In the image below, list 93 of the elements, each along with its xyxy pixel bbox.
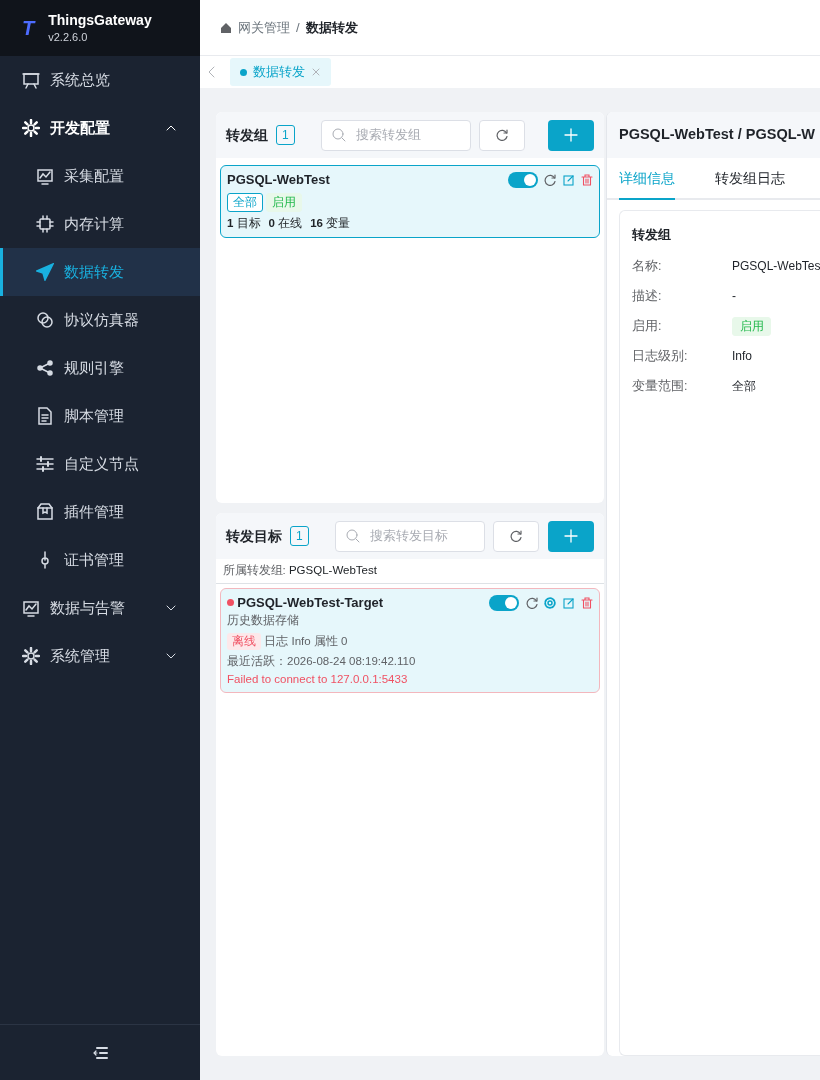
stat-text: 1 目标: [227, 216, 261, 232]
panel-title: 转发组: [226, 125, 268, 145]
plus-icon: [564, 529, 578, 543]
board-icon: [22, 71, 40, 89]
delete-icon[interactable]: [581, 596, 593, 609]
edit-icon[interactable]: [562, 596, 575, 609]
last-active-text: 最近活跃：2026-08-24 08:19:42.110: [227, 654, 417, 670]
breadcrumb-item: 数据转发: [305, 18, 358, 37]
chip-icon: [36, 215, 54, 233]
menu-item[interactable]: 系统总览: [0, 56, 200, 104]
logo-icon: T: [22, 13, 35, 43]
collapse-menu-icon[interactable]: [92, 1045, 108, 1060]
document-icon: [36, 407, 54, 425]
section-title: 转发组: [632, 226, 672, 244]
home-icon: [220, 21, 232, 34]
field-value: PGSQL-WebTes: [732, 258, 820, 275]
tag: 启用: [266, 193, 303, 212]
field-value: 全部: [732, 378, 756, 395]
edit-icon[interactable]: [562, 174, 575, 186]
sliders-icon: [36, 455, 54, 473]
menu-item[interactable]: 内存计算: [0, 200, 200, 248]
linked-rings-icon: [36, 311, 54, 329]
chart-icon: [22, 599, 40, 617]
group-value: PGSQL-WebTest: [288, 563, 377, 579]
toggle-switch[interactable]: [507, 172, 538, 188]
menu-item[interactable]: 数据与告警: [0, 584, 200, 632]
group-name: PGSQL-WebTest: [227, 171, 331, 190]
target-card[interactable]: PGSQL-WebTest-Target 历史数据存储 离线 日志 Info 属性 0 最近活跃：2026-08-24 08:19:42.110 Failed to connect to 127.0.0.1:5433: [220, 587, 600, 693]
group-label: 所属转发组:: [222, 563, 286, 579]
refresh-button[interactable]: [492, 520, 539, 552]
menu-item[interactable]: 自定义节点: [0, 440, 200, 488]
package-icon: [36, 503, 54, 521]
menu-item[interactable]: 采集配置: [0, 152, 200, 200]
toggle-switch[interactable]: [489, 594, 519, 611]
menu-item[interactable]: 协议仿真器: [0, 296, 200, 344]
refresh-icon[interactable]: [525, 596, 538, 609]
panel-title: 转发目标: [226, 526, 282, 546]
menu-item[interactable]: 脚本管理: [0, 392, 200, 440]
tag: 全部: [227, 193, 263, 212]
chevron-down-icon: [166, 605, 176, 611]
close-icon[interactable]: [311, 67, 321, 77]
field-label: 描述:: [632, 287, 663, 305]
stat-text: 16 变量: [310, 216, 351, 232]
settings-icon[interactable]: [544, 596, 556, 609]
field-value: Info: [732, 348, 752, 365]
target-description: 历史数据存储: [227, 613, 300, 629]
search-icon: [331, 128, 346, 142]
share-icon: [36, 359, 54, 377]
count-badge: 1: [290, 526, 309, 546]
field-label: 变量范围:: [632, 377, 689, 395]
settings-icon: [22, 119, 40, 137]
refresh-button[interactable]: [478, 119, 525, 151]
add-button[interactable]: [548, 119, 594, 151]
field-label: 日志级别:: [632, 347, 689, 365]
menu-item[interactable]: 证书管理: [0, 536, 200, 584]
detail-tab[interactable]: 转发组日志: [715, 158, 785, 200]
app-version: v2.2.6.0: [48, 29, 89, 45]
menu-item[interactable]: 开发配置: [0, 104, 200, 152]
add-button[interactable]: [548, 520, 594, 552]
search-box[interactable]: 搜索转发组: [320, 119, 471, 151]
chart-icon: [36, 167, 54, 185]
status-tag: 启用: [732, 316, 771, 336]
paper-plane-icon: [36, 263, 54, 281]
menu-item[interactable]: 规则引擎: [0, 344, 200, 392]
plus-icon: [564, 128, 578, 142]
group-card[interactable]: PGSQL-WebTest 全部 启用 1 目标 0 在线 16 变量: [220, 165, 600, 238]
settings-icon: [22, 647, 40, 665]
refresh-icon: [495, 129, 508, 141]
chevron-down-icon: [166, 653, 176, 659]
refresh-icon: [509, 530, 522, 542]
breadcrumb-item[interactable]: 网关管理: [238, 17, 290, 38]
detail-title: PGSQL-WebTest / PGSQL-W: [607, 112, 820, 158]
app-name: ThingsGateway: [48, 10, 152, 29]
count-badge: 1: [276, 125, 295, 145]
target-meta: 日志 Info 属性 0: [264, 633, 348, 649]
menu-item[interactable]: 数据转发: [0, 248, 200, 296]
refresh-icon[interactable]: [544, 174, 556, 186]
status-dot: [240, 68, 247, 76]
breadcrumb-separator: /: [296, 18, 300, 37]
chevron-up-icon: [166, 125, 176, 131]
search-box[interactable]: 搜索转发目标: [334, 520, 485, 552]
field-value: -: [732, 288, 736, 305]
menu-item[interactable]: 插件管理: [0, 488, 200, 536]
status-tag: 离线: [227, 632, 261, 650]
field-label: 启用:: [632, 317, 663, 335]
field-label: 名称:: [632, 257, 663, 275]
target-name: PGSQL-WebTest-Target: [237, 593, 384, 612]
error-message: Failed to connect to 127.0.0.1:5433: [227, 671, 409, 687]
chevron-left-icon[interactable]: [208, 66, 216, 78]
menu-item[interactable]: 系统管理: [0, 632, 200, 680]
delete-icon[interactable]: [581, 174, 593, 186]
stat-text: 0 在线: [268, 216, 303, 232]
search-icon: [345, 529, 360, 543]
